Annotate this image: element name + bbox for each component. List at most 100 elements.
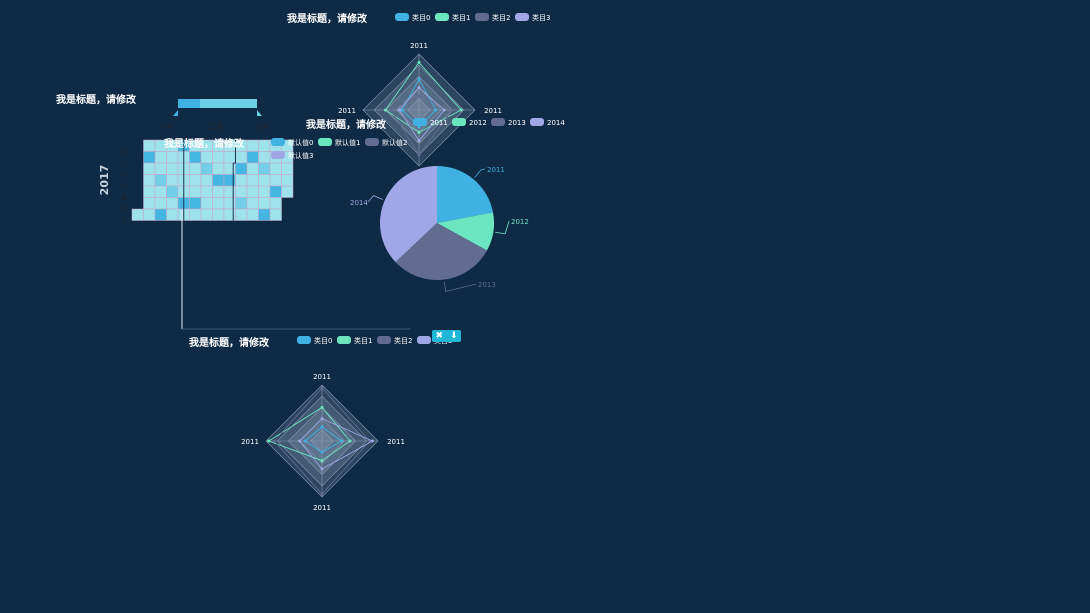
radar-point[interactable] [320,417,324,421]
calendar-cell[interactable] [223,174,236,187]
legend-swatch[interactable] [475,13,489,21]
calendar-cell[interactable] [143,174,156,187]
calendar-cell[interactable] [212,162,225,175]
calendar-cell[interactable] [269,174,282,187]
legend-swatch[interactable] [271,138,285,146]
radar-point[interactable] [320,459,324,463]
calendar-cell[interactable] [166,197,179,210]
radar-point[interactable] [400,108,404,112]
legend-item-label[interactable]: 2014 [547,119,565,127]
calendar-cell[interactable] [223,197,236,210]
legend-swatch[interactable] [395,13,409,21]
radar-point[interactable] [272,439,276,443]
calendar-cell[interactable] [212,197,225,210]
legend-swatch[interactable] [491,118,505,126]
calendar-cell[interactable] [154,197,167,210]
calendar-cell[interactable] [258,185,271,198]
legend-swatch[interactable] [365,138,379,146]
calendar-cell[interactable] [143,151,156,164]
radar-point[interactable] [442,108,446,112]
legend-swatch[interactable] [417,336,431,344]
calendar-cell[interactable] [258,162,271,175]
calendar-cell[interactable] [258,208,271,221]
radar-point[interactable] [389,108,393,112]
calendar-cell[interactable] [246,139,259,152]
calendar-cell[interactable] [269,197,282,210]
legend-item-label[interactable]: 默认值0 [288,138,313,147]
radar-point[interactable] [320,425,324,429]
radar-point[interactable] [417,139,421,143]
radar-point[interactable] [397,108,401,112]
calendar-cell[interactable] [258,139,271,152]
visual-map-handle-left[interactable] [173,110,178,116]
legend-swatch[interactable] [452,118,466,126]
calendar-cell[interactable] [223,208,236,221]
calendar-cell[interactable] [212,174,225,187]
radar-point[interactable] [417,130,421,134]
calendar-cell[interactable] [189,197,202,210]
legend-swatch[interactable] [377,336,391,344]
radar-point[interactable] [417,94,421,98]
visual-map-handle-right[interactable] [257,110,262,116]
calendar-cell[interactable] [166,185,179,198]
calendar-cell[interactable] [246,208,259,221]
calendar-cell[interactable] [281,162,294,175]
calendar-cell[interactable] [235,185,248,198]
radar-point[interactable] [417,86,421,90]
calendar-cell[interactable] [154,174,167,187]
calendar-cell[interactable] [235,174,248,187]
calendar-cell[interactable] [235,197,248,210]
calendar-cell[interactable] [269,162,282,175]
calendar-cell[interactable] [246,197,259,210]
calendar-cell[interactable] [200,185,213,198]
calendar-cell[interactable] [131,208,144,221]
calendar-cell[interactable] [269,185,282,198]
legend-item-label[interactable]: 类目1 [452,13,470,22]
radar-point[interactable] [320,386,324,390]
radar-point[interactable] [320,492,324,496]
radar-point[interactable] [320,467,324,471]
calendar-cell[interactable] [166,174,179,187]
calendar-cell[interactable] [154,151,167,164]
legend-item-label[interactable]: 默认值2 [382,138,407,147]
legend-item-label[interactable]: 默认值1 [335,138,360,147]
calendar-cell[interactable] [189,174,202,187]
calendar-cell[interactable] [200,162,213,175]
calendar-cell[interactable] [189,185,202,198]
legend-swatch[interactable] [318,138,332,146]
calendar-cell[interactable] [269,208,282,221]
calendar-cell[interactable] [166,162,179,175]
calendar-cell[interactable] [235,208,248,221]
calendar-cell[interactable] [212,185,225,198]
calendar-cell[interactable] [189,208,202,221]
calendar-cell[interactable] [189,151,202,164]
calendar-cell[interactable] [235,162,248,175]
radar-point[interactable] [417,77,421,81]
radar-point[interactable] [417,60,421,64]
calendar-cell[interactable] [235,151,248,164]
calendar-cell[interactable] [143,208,156,221]
legend-item-label[interactable]: 2012 [469,119,487,127]
calendar-cell[interactable] [212,208,225,221]
radar-point[interactable] [434,108,438,112]
legend-item-label[interactable]: 类目2 [492,13,510,22]
legend-item-label[interactable]: 类目0 [412,13,430,22]
calendar-cell[interactable] [154,208,167,221]
calendar-cell[interactable] [223,151,236,164]
calendar-cell[interactable] [166,208,179,221]
legend-swatch[interactable] [271,151,285,159]
calendar-cell[interactable] [223,162,236,175]
calendar-cell[interactable] [166,151,179,164]
legend-swatch[interactable] [297,336,311,344]
legend-swatch[interactable] [530,118,544,126]
legend-item-label[interactable]: 类目2 [394,336,412,345]
radar-point[interactable] [417,153,421,157]
legend-swatch[interactable] [337,336,351,344]
legend-item-label[interactable]: 类目3 [532,13,550,22]
radar-point[interactable] [459,108,463,112]
calendar-cell[interactable] [281,185,294,198]
calendar-cell[interactable] [223,185,236,198]
radar-point[interactable] [303,439,307,443]
calendar-cell[interactable] [200,197,213,210]
close-icon[interactable]: ✖ [435,330,443,342]
